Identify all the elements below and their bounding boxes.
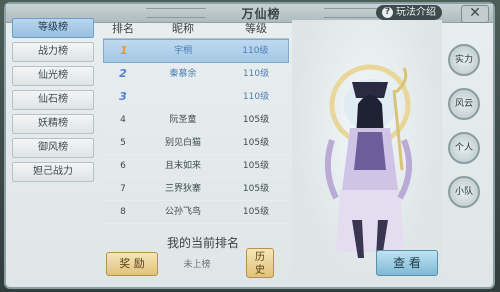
help-label: 玩法介绍 [396,7,436,18]
reward-button[interactable]: 奖 励 [106,252,158,276]
rank-cell: 2 [119,67,127,80]
rank-cell: 1 [119,44,128,57]
name-cell: 别见白猫 [164,138,201,148]
rank-cell: 5 [120,138,126,148]
name-cell: 且末如来 [164,161,201,171]
category-level[interactable]: 等级榜 [12,18,94,38]
name-cell: 阮圣童 [169,115,197,125]
category-list: 等级榜 战力榜 仙光榜 仙石榜 妖精榜 御风榜 妲己战力 [8,18,96,186]
level-cell: 105级 [242,138,270,148]
rank-cell: 4 [120,115,126,125]
category-spirit[interactable]: 妖精榜 [12,114,94,134]
question-icon: ? [382,7,393,18]
close-button[interactable]: ✕ [461,5,489,23]
header-rank: 排名 [112,22,134,35]
help-button[interactable]: ? 玩法介绍 [376,5,442,20]
name-cell: 公孙飞鸟 [164,207,201,217]
rank-cell: 8 [120,207,126,217]
table-row[interactable]: 4 阮圣童 105级 [103,109,289,132]
table-row[interactable]: 6 且末如来 105级 [103,155,289,178]
ranking-table: 排名 昵称 等级 1 宇桐 110级 2 秦慕余 110级 3 110级 4 阮… [103,20,289,230]
rank-cell: 3 [119,90,127,103]
level-cell: 105级 [242,115,270,125]
header-level: 等级 [245,22,267,35]
character-portrait [324,64,413,258]
table-row[interactable]: 1 宇桐 110级 [103,39,289,63]
category-immortal-stone[interactable]: 仙石榜 [12,90,94,110]
strength-button[interactable]: 实力 [448,44,480,76]
table-row[interactable]: 2 秦慕余 110级 [103,63,289,86]
category-daji-power[interactable]: 妲己战力 [12,162,94,182]
personal-button[interactable]: 个人 [448,132,480,164]
name-cell: 宇桐 [174,46,193,56]
table-row[interactable]: 3 110级 [103,86,289,109]
level-cell: 105级 [242,161,270,171]
title-ornament-left [146,8,206,18]
title-ornament-right [324,8,384,18]
category-immortal-light[interactable]: 仙光榜 [12,66,94,86]
fame-button[interactable]: 风云 [448,88,480,120]
table-row[interactable]: 5 别见白猫 105级 [103,132,289,155]
my-rank-status: 未上榜 [183,260,211,270]
category-power[interactable]: 战力榜 [12,42,94,62]
level-cell: 110级 [242,69,270,79]
name-cell: 秦慕余 [169,69,197,79]
rank-cell: 7 [120,184,126,194]
table-row[interactable]: 8 公孙飞鸟 105级 [103,201,289,224]
table-row[interactable]: 7 三界狄寨 105级 [103,178,289,201]
history-label: 历 史 [255,252,265,276]
level-cell: 105级 [242,184,270,194]
header-nickname: 昵称 [172,22,194,35]
table-header: 排名 昵称 等级 [103,20,289,39]
name-cell [143,86,223,108]
history-button[interactable]: 历 史 [246,248,274,278]
team-button[interactable]: 小队 [448,176,480,208]
category-wind[interactable]: 御风榜 [12,138,94,158]
name-cell: 三界狄寨 [164,184,201,194]
character-display [292,20,442,282]
level-cell: 110级 [242,46,269,56]
level-cell: 105级 [242,207,270,217]
rank-cell: 6 [120,161,126,171]
view-button[interactable]: 查 看 [376,250,438,276]
level-cell: 110级 [242,92,270,102]
